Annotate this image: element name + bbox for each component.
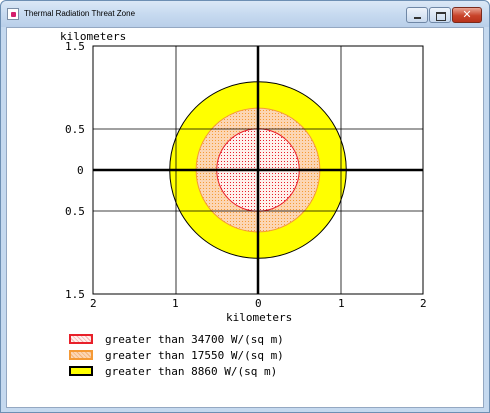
x-axis-unit-label: kilometers bbox=[226, 311, 292, 324]
y-tick-label: 0 bbox=[77, 164, 84, 177]
legend-label: greater than 8860 W/(sq m) bbox=[105, 365, 278, 378]
legend-swatch-orange bbox=[69, 350, 93, 360]
y-tick-label: 1.5 bbox=[65, 40, 85, 53]
x-tick-label: 2 bbox=[420, 297, 427, 310]
client-area: kilometers 1.5 0.5 0 0.5 1.5 2 1 0 1 2 k… bbox=[6, 27, 484, 408]
legend-swatch-yellow bbox=[69, 366, 93, 376]
minimize-button[interactable] bbox=[406, 7, 428, 23]
x-tick-label: 1 bbox=[338, 297, 345, 310]
x-tick-label: 1 bbox=[172, 297, 179, 310]
close-icon: ✕ bbox=[462, 8, 472, 21]
legend-label: greater than 17550 W/(sq m) bbox=[105, 349, 284, 362]
y-tick-label: 0.5 bbox=[65, 205, 85, 218]
app-window: Thermal Radiation Threat Zone ✕ kilomete… bbox=[0, 0, 490, 413]
maximize-button[interactable] bbox=[429, 7, 451, 23]
window-title: Thermal Radiation Threat Zone bbox=[24, 9, 136, 18]
app-icon[interactable] bbox=[7, 8, 19, 20]
close-button[interactable]: ✕ bbox=[452, 7, 482, 23]
y-tick-label: 0.5 bbox=[65, 123, 85, 136]
legend-label: greater than 34700 W/(sq m) bbox=[105, 333, 284, 346]
x-tick-label: 0 bbox=[255, 297, 262, 310]
y-tick-label: 1.5 bbox=[65, 288, 85, 301]
title-bar[interactable]: Thermal Radiation Threat Zone ✕ bbox=[1, 1, 489, 27]
minimize-icon bbox=[414, 17, 421, 19]
legend-swatch-red bbox=[69, 334, 93, 344]
maximize-icon bbox=[436, 12, 446, 21]
x-tick-label: 2 bbox=[90, 297, 97, 310]
